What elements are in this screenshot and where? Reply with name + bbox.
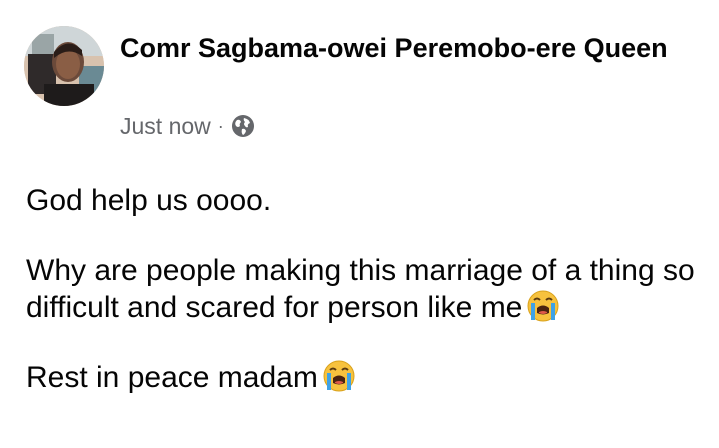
- paragraph-text: God help us oooo.: [26, 184, 272, 217]
- meta-separator: ·: [217, 115, 224, 136]
- facebook-post: Comr Sagbama-owei Peremobo-ere Queen Jus…: [0, 0, 719, 448]
- post-body: God help us oooo. Why are people making …: [26, 182, 706, 396]
- loudly-crying-face-emoji: [322, 359, 356, 393]
- paragraph-text: Rest in peace madam: [26, 361, 318, 394]
- loudly-crying-face-emoji: [526, 289, 560, 323]
- post-timestamp[interactable]: Just now: [120, 113, 211, 140]
- post-paragraph-1: God help us oooo.: [26, 182, 706, 219]
- post-meta: Just now ·: [120, 112, 255, 140]
- globe-icon[interactable]: [231, 114, 255, 138]
- paragraph-text: Why are people making this marriage of a…: [26, 254, 695, 324]
- post-paragraph-2: Why are people making this marriage of a…: [26, 252, 706, 326]
- author-name[interactable]: Comr Sagbama-owei Peremobo-ere Queen: [120, 31, 700, 66]
- avatar-photo: [24, 26, 104, 106]
- author-avatar[interactable]: [24, 26, 104, 106]
- post-paragraph-3: Rest in peace madam: [26, 359, 706, 396]
